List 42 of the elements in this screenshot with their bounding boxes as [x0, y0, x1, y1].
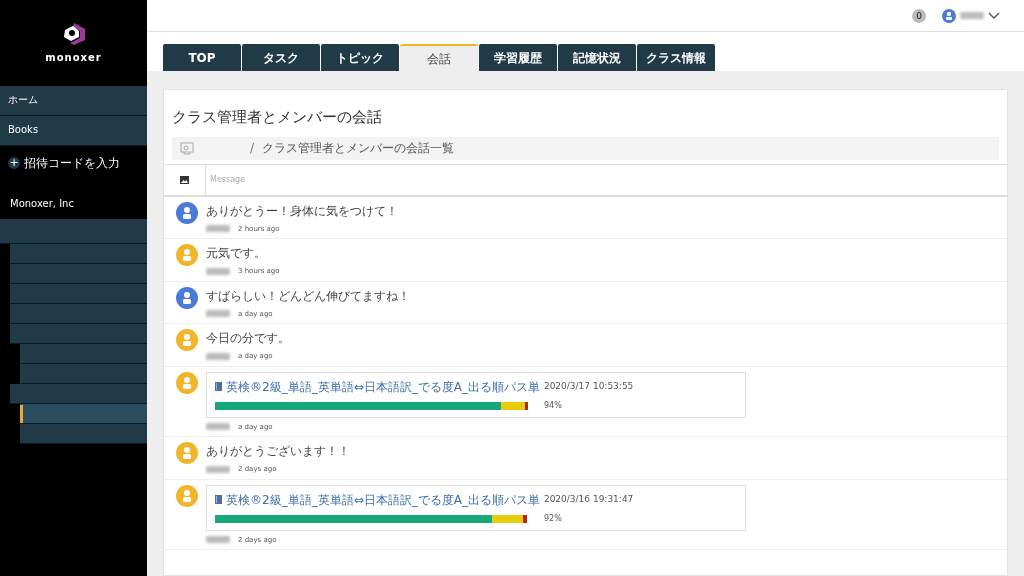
tab[interactable]: 学習履歴: [479, 44, 557, 71]
book-link[interactable]: 英検®2級_単語_英単語⇔日本語訳_でる度A_出る順パス単: [226, 490, 540, 509]
blurred-name: [206, 423, 230, 431]
book-icon: [215, 382, 222, 391]
tab[interactable]: タスク: [242, 44, 320, 71]
tree-item[interactable]: [20, 404, 147, 424]
percent-label: 94%: [544, 399, 562, 412]
blurred-name: [206, 225, 230, 233]
book-link[interactable]: 英検®2級_単語_英単語⇔日本語訳_でる度A_出る順パス単: [226, 377, 540, 396]
message-text: 今日の分です。: [206, 330, 291, 347]
organization-name: Monoxer, Inc: [9, 197, 75, 211]
blurred-name: [206, 536, 230, 544]
image-icon[interactable]: [180, 175, 189, 184]
sidebar-item[interactable]: ホーム: [0, 86, 147, 116]
user-avatar-icon[interactable]: [942, 8, 956, 23]
brand-name: monoxer: [45, 50, 102, 65]
book-icon: [215, 495, 222, 504]
message-text: ありがとうございます！！: [206, 443, 351, 460]
breadcrumb-separator: /: [250, 140, 255, 157]
tab[interactable]: クラス情報: [637, 44, 715, 71]
message-text: すばらしい！どんどん伸びてますね！: [206, 287, 411, 305]
tab[interactable]: 会話: [400, 44, 478, 71]
message-text: ありがとうー！身体に気をつけて！: [206, 202, 399, 220]
plus-icon[interactable]: +: [8, 157, 20, 169]
tab[interactable]: 記憶状況: [558, 44, 636, 71]
tab[interactable]: TOP: [163, 44, 241, 71]
blurred-name: [206, 352, 230, 360]
blurred-name: [206, 267, 230, 275]
sidebar-item[interactable]: Books: [0, 116, 147, 146]
record-date: 2020/3/16 19:31:47: [543, 492, 634, 506]
tab[interactable]: トピック: [321, 44, 399, 71]
blurred-name: [960, 12, 984, 19]
breadcrumb-item: クラス管理者とメンバーの会話一覧: [262, 140, 455, 157]
percent-label: 92%: [544, 512, 562, 525]
invite-link[interactable]: 招待コードを入力: [24, 154, 120, 172]
message-text: 元気です。: [206, 245, 267, 262]
blurred-name: [206, 465, 230, 473]
blurred-name: [206, 310, 230, 318]
record-date: 2020/3/17 10:53:55: [543, 379, 634, 393]
page-title: クラス管理者とメンバーの会話: [171, 107, 383, 128]
chevron-down-icon[interactable]: [988, 11, 1000, 20]
notification-count[interactable]: 0: [912, 8, 926, 23]
